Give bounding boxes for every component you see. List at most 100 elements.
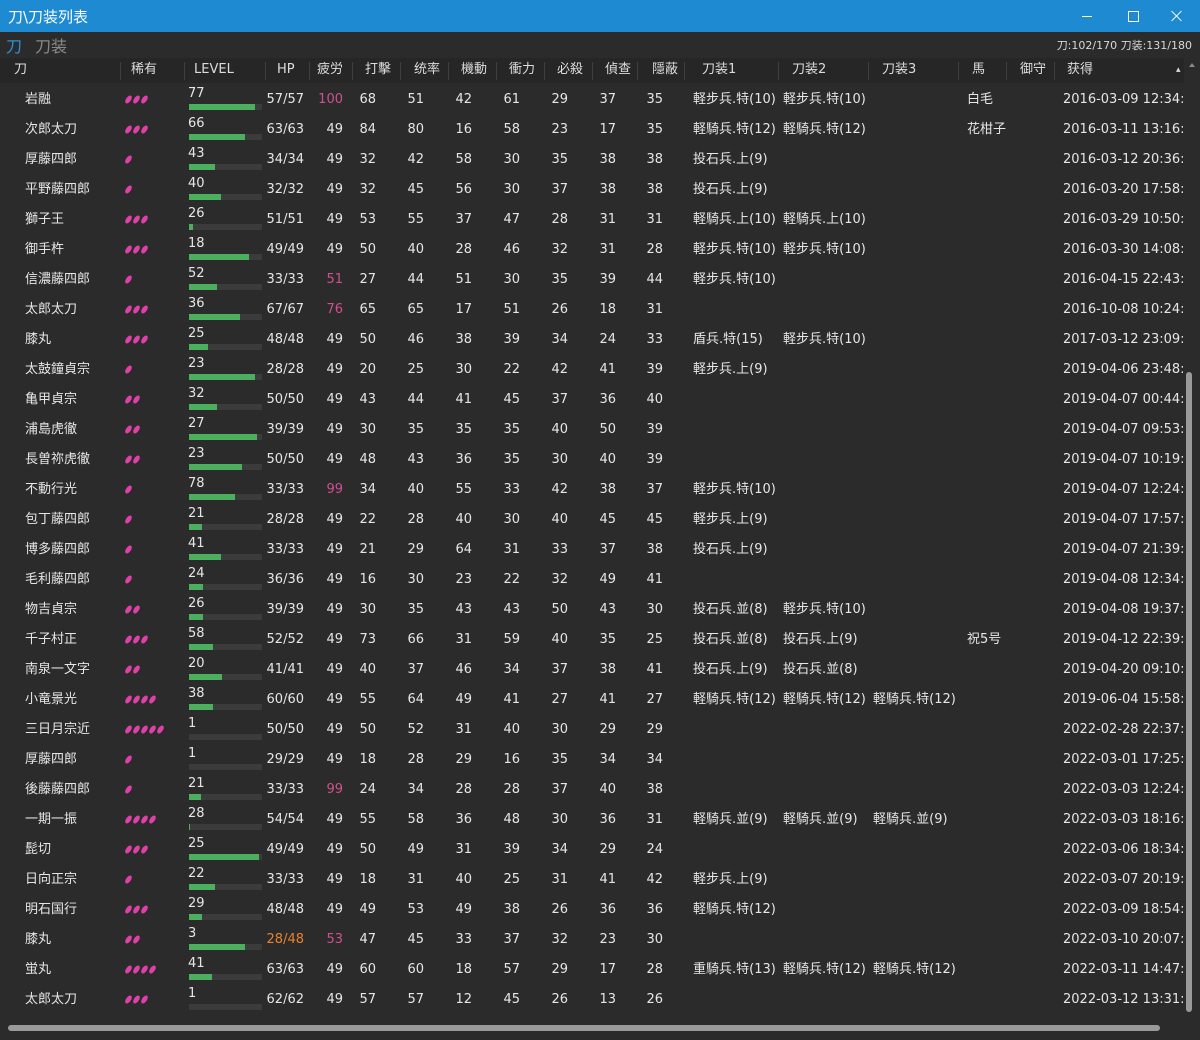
table-row[interactable]: 包丁藤四郎 21 28/28 49 22 28 40 30 40 45 45 軽步兵.上(9) 2019… (0, 505, 1184, 535)
sword-name: 次郎太刀 (25, 122, 78, 137)
equipment-slot: 投石兵.上(9) (693, 152, 768, 167)
column-divider[interactable] (265, 62, 266, 80)
sword-name: 博多藤四郎 (25, 542, 91, 557)
column-divider[interactable] (400, 62, 401, 80)
scroll-up-icon[interactable] (1189, 63, 1195, 67)
column-header[interactable]: 衝力 (509, 58, 535, 83)
table-row[interactable]: 小竜景光 38 60/60 49 55 64 49 41 27 41 27 軽騎兵.特(12) 軽騎兵.… (0, 685, 1184, 715)
level-value: 38 (188, 686, 205, 701)
tab-equipment[interactable]: 刀装 (35, 33, 67, 57)
table-row[interactable]: 毛利藤四郎 24 36/36 49 16 30 23 22 32 49 41 2019-04-08 1… (0, 565, 1184, 595)
table-row[interactable]: 三日月宗近 1 50/50 49 50 52 31 40 30 29 29 2022-02-28 22… (0, 715, 1184, 745)
level-value: 26 (188, 596, 205, 611)
column-header[interactable]: 機動 (461, 58, 487, 83)
sakura-petal-icon (124, 904, 133, 915)
column-header[interactable]: 隱蔽 (652, 58, 678, 83)
column-divider[interactable] (184, 62, 185, 80)
sakura-petal-icon (132, 394, 141, 405)
sakura-petal-icon (124, 724, 133, 735)
table-row[interactable]: 不動行光 78 33/33 99 34 40 55 33 42 38 37 軽步兵.特(10) 2019… (0, 475, 1184, 505)
table-row[interactable]: 岩融 77 57/57 100 68 51 42 61 29 37 35 軽步兵.特(10) 軽步兵.特… (0, 85, 1184, 115)
level-value: 1 (188, 716, 197, 731)
column-header[interactable]: 偵查 (605, 58, 631, 83)
maximize-button[interactable] (1110, 0, 1156, 32)
table-row[interactable]: 日向正宗 22 33/33 49 18 31 40 25 31 41 42 軽步兵.上(9) 2022-… (0, 865, 1184, 895)
equipment-slot: 重騎兵.特(13) (693, 962, 776, 977)
minimize-button[interactable] (1064, 0, 1110, 32)
acquired: 2022-03-09 18:54:4 (1063, 902, 1184, 917)
sword-name: 亀甲貞宗 (25, 392, 78, 407)
table-row[interactable]: 太郎太刀 1 62/62 49 57 57 12 45 26 13 26 2022-03-12 13:… (0, 985, 1184, 1015)
column-divider[interactable] (1006, 62, 1007, 80)
column-header[interactable]: 刀装2 (792, 58, 826, 83)
column-divider[interactable] (592, 62, 593, 80)
experience-fill (189, 794, 201, 800)
sword-name: 三日月宗近 (25, 722, 91, 737)
table-row[interactable]: 長曽祢虎徹 23 50/50 49 48 43 36 35 30 40 39 2019-04-07 1… (0, 445, 1184, 475)
rarity-petals (124, 903, 150, 917)
sword-name: 浦島虎徹 (25, 422, 78, 437)
table-row[interactable]: 厚藤四郎 1 29/29 49 18 28 29 16 35 34 34 2022-03-01 17:… (0, 745, 1184, 775)
vertical-scroll-thumb[interactable] (1186, 372, 1192, 1012)
sakura-petal-icon (132, 334, 141, 345)
sword-name: 膝丸 (25, 332, 52, 347)
sakura-petal-icon (124, 124, 133, 135)
equipment-slot: 投石兵.並(8) (693, 632, 768, 647)
table-row[interactable]: 亀甲貞宗 32 50/50 49 43 44 41 45 37 36 40 2019-04-07 00… (0, 385, 1184, 415)
column-header[interactable]: LEVEL (194, 58, 234, 83)
column-header[interactable]: 疲労 (317, 58, 343, 83)
column-header[interactable]: 必殺 (557, 58, 583, 83)
table-row[interactable]: 信濃藤四郎 52 33/33 51 27 44 51 30 35 39 44 軽步兵.特(10) 201… (0, 265, 1184, 295)
rarity-petals (124, 423, 142, 437)
column-divider[interactable] (448, 62, 449, 80)
sakura-petal-icon (124, 484, 133, 495)
column-divider[interactable] (958, 62, 959, 80)
table-row[interactable]: 太鼓鐘貞宗 23 28/28 49 20 25 30 22 42 41 39 軽步兵.上(9) 2019… (0, 355, 1184, 385)
table-row[interactable]: 太郎太刀 36 67/67 76 65 65 17 51 26 18 31 2016-10-08 10… (0, 295, 1184, 325)
table-row[interactable]: 蛍丸 41 63/63 49 60 60 18 57 29 17 28 重騎兵.特(13) 軽騎兵.特(… (0, 955, 1184, 985)
table-row[interactable]: 厚藤四郎 43 34/34 49 32 42 58 30 35 38 38 投石兵.上(9) 2016-… (0, 145, 1184, 175)
table-row[interactable]: 浦島虎徹 27 39/39 49 30 35 35 35 40 50 39 2019-04-07 09… (0, 415, 1184, 445)
close-button[interactable] (1154, 0, 1200, 32)
column-divider[interactable] (778, 62, 779, 80)
column-header[interactable]: 稀有 (131, 58, 157, 83)
column-divider[interactable] (352, 62, 353, 80)
column-divider[interactable] (120, 62, 121, 80)
table-row[interactable]: 膝丸 3 28/48 53 47 45 33 37 32 23 30 2022-03-10 20:07… (0, 925, 1184, 955)
table-row[interactable]: 一期一振 28 54/54 49 55 58 36 48 30 36 31 軽騎兵.並(9) 軽騎兵.並… (0, 805, 1184, 835)
column-header[interactable]: 打擊 (365, 58, 391, 83)
column-header[interactable]: 馬 (972, 58, 985, 83)
column-header[interactable]: HP (277, 58, 295, 83)
table-row[interactable]: 博多藤四郎 41 33/33 49 21 29 64 31 33 37 38 投石兵.上(9) 2019… (0, 535, 1184, 565)
acquired: 2016-04-15 22:43:5 (1063, 272, 1184, 287)
column-header[interactable]: 统率 (414, 58, 440, 83)
table-row[interactable]: 御手杵 18 49/49 49 50 40 28 46 32 31 28 軽步兵.特(10) 軽步兵.特… (0, 235, 1184, 265)
tab-swords[interactable]: 刀 (6, 33, 22, 57)
table-row[interactable]: 次郎太刀 66 63/63 49 84 80 16 58 23 17 35 軽騎兵.特(12) 軽騎兵.… (0, 115, 1184, 145)
column-divider[interactable] (868, 62, 869, 80)
column-header[interactable]: 御守 (1020, 58, 1046, 83)
column-divider[interactable] (637, 62, 638, 80)
column-divider[interactable] (496, 62, 497, 80)
table-row[interactable]: 平野藤四郎 40 32/32 49 32 45 56 30 37 38 38 投石兵.上(9) 2016… (0, 175, 1184, 205)
column-divider[interactable] (684, 62, 685, 80)
table-row[interactable]: 物吉貞宗 26 39/39 49 30 35 43 43 50 43 30 投石兵.並(8) 軽步兵.特… (0, 595, 1184, 625)
table-row[interactable]: 南泉一文字 20 41/41 49 40 37 46 34 37 38 41 投石兵.上(9) 投石兵.… (0, 655, 1184, 685)
sakura-petal-icon (124, 304, 133, 315)
column-header[interactable]: 刀装3 (882, 58, 916, 83)
table-row[interactable]: 獅子王 26 51/51 49 53 55 37 47 28 31 31 軽騎兵.上(10) 軽騎兵.上… (0, 205, 1184, 235)
column-header[interactable]: 刀 (14, 58, 27, 83)
column-divider[interactable] (309, 62, 310, 80)
rarity-petals (124, 153, 134, 167)
column-divider[interactable] (544, 62, 545, 80)
table-row[interactable]: 後藤藤四郎 21 33/33 99 24 34 28 28 37 40 38 2022-03-03 1… (0, 775, 1184, 805)
table-row[interactable]: 膝丸 25 48/48 49 50 46 38 39 34 24 33 盾兵.特(15) 軽步兵.特(1… (0, 325, 1184, 355)
rarity-petals (124, 993, 150, 1007)
horizontal-scroll-thumb[interactable] (8, 1025, 1160, 1031)
column-header[interactable]: 获得 (1067, 58, 1093, 83)
table-row[interactable]: 髭切 25 49/49 49 50 49 31 39 34 29 24 2022-03-06 18:3… (0, 835, 1184, 865)
table-row[interactable]: 千子村正 58 52/52 49 73 66 31 59 40 35 25 投石兵.並(8) 投石兵.上… (0, 625, 1184, 655)
column-divider[interactable] (1054, 62, 1055, 80)
table-row[interactable]: 明石国行 29 48/48 49 49 53 49 38 26 36 36 軽騎兵.特(12) 2022… (0, 895, 1184, 925)
column-header[interactable]: 刀装1 (702, 58, 736, 83)
